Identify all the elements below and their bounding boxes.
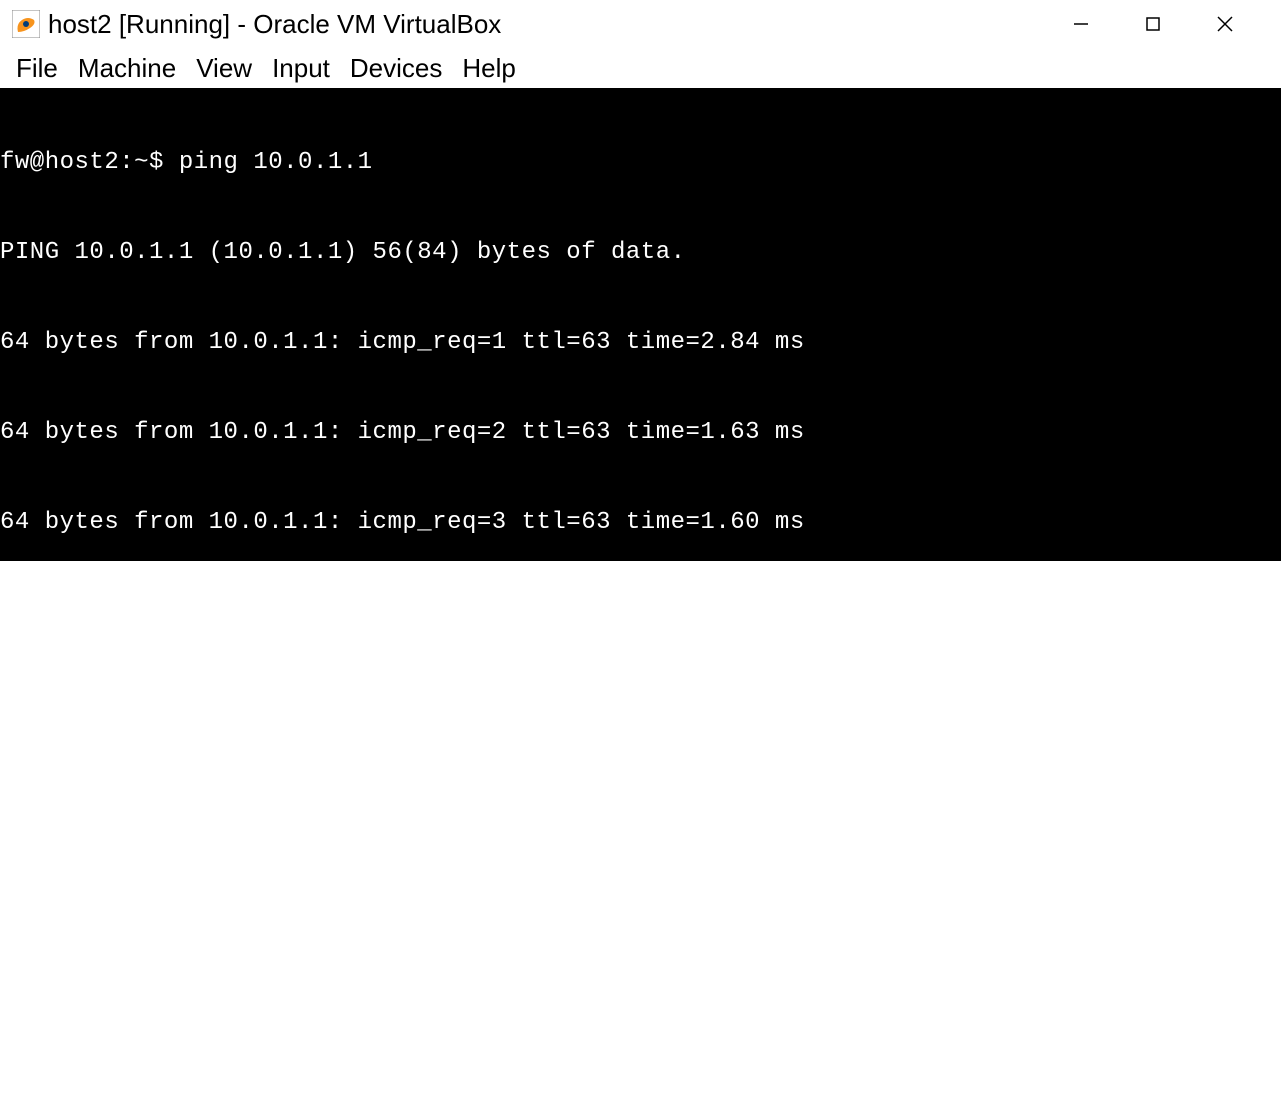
- menu-view[interactable]: View: [188, 51, 260, 86]
- menu-machine[interactable]: Machine: [70, 51, 184, 86]
- virtualbox-icon: [12, 10, 40, 38]
- menu-help[interactable]: Help: [454, 51, 523, 86]
- minimize-button[interactable]: [1045, 0, 1117, 48]
- close-button[interactable]: [1189, 0, 1261, 48]
- menu-devices[interactable]: Devices: [342, 51, 450, 86]
- terminal-line: 4 packets transmitted, 4 received, 0% pa…: [0, 868, 1281, 898]
- terminal-line: rtt min/avg/max/mdev = 1.607/1.925/2.841…: [0, 958, 1281, 988]
- terminal-line: 64 bytes from 10.0.1.1: icmp_req=1 ttl=6…: [0, 328, 1281, 358]
- terminal-line: 64 bytes from 10.0.1.1: icmp_req=2 ttl=6…: [0, 418, 1281, 448]
- menu-file[interactable]: File: [8, 51, 66, 86]
- menubar: File Machine View Input Devices Help: [0, 48, 1281, 88]
- window-title: host2 [Running] - Oracle VM VirtualBox: [48, 9, 501, 40]
- terminal-line: ^C: [0, 688, 1281, 718]
- terminal-line: fw@host2:~$ ping 10.0.1.1: [0, 148, 1281, 178]
- maximize-button[interactable]: [1117, 0, 1189, 48]
- terminal-line: fw@host2:~$: [0, 1048, 1281, 1078]
- terminal-line: 64 bytes from 10.0.1.1: icmp_req=3 ttl=6…: [0, 508, 1281, 538]
- window-controls: [1045, 0, 1281, 48]
- menu-input[interactable]: Input: [264, 51, 338, 86]
- terminal[interactable]: fw@host2:~$ ping 10.0.1.1 PING 10.0.1.1 …: [0, 88, 1281, 561]
- terminal-line: PING 10.0.1.1 (10.0.1.1) 56(84) bytes of…: [0, 238, 1281, 268]
- terminal-line: --- 10.0.1.1 ping statistics ---: [0, 778, 1281, 808]
- titlebar: host2 [Running] - Oracle VM VirtualBox: [0, 0, 1281, 48]
- terminal-line: 64 bytes from 10.0.1.1: icmp_req=4 ttl=6…: [0, 598, 1281, 628]
